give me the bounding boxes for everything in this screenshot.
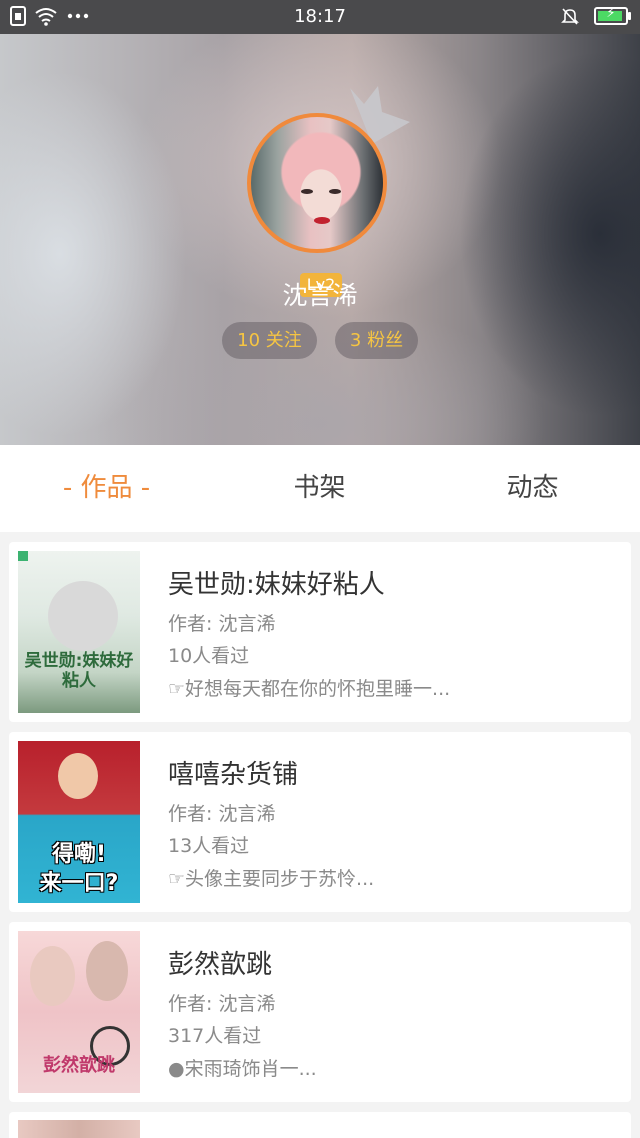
status-right-icons: ⚡ bbox=[560, 6, 631, 26]
work-title: 嘻嘻杂货铺 bbox=[168, 760, 299, 790]
tab-bar: - 作品 - 书架 动态 bbox=[0, 445, 640, 532]
status-time: 18:17 bbox=[294, 6, 346, 27]
bell-muted-icon bbox=[561, 8, 579, 25]
work-views: 10人看过 bbox=[168, 645, 250, 667]
work-author: 作者: 沈言浠 bbox=[168, 993, 276, 1015]
work-description: ☞好想每天都在你的怀抱里睡一... bbox=[168, 678, 451, 700]
cover-title: 吴世勋:妹妹好粘人 bbox=[24, 651, 134, 691]
followers-count[interactable]: 3 粉丝 bbox=[335, 322, 418, 359]
work-cover: 得嘞! 来一口? bbox=[18, 741, 140, 903]
work-cover: 吴世勋:妹妹好粘人 bbox=[18, 551, 140, 713]
cover-text-1: 得嘞! bbox=[51, 842, 107, 867]
work-description: ●宋雨琦饰肖一... bbox=[168, 1058, 317, 1080]
username: 沈言浠 bbox=[282, 281, 358, 310]
work-card[interactable] bbox=[9, 1112, 631, 1138]
work-card[interactable]: 彭然歆跳 彭然歆跳 作者: 沈言浠 317人看过 ●宋雨琦饰肖一... bbox=[9, 922, 631, 1102]
battery-charging-icon: ⚡ bbox=[594, 6, 631, 25]
cover-text-2: 来一口? bbox=[39, 871, 119, 896]
work-cover: 彭然歆跳 bbox=[18, 931, 140, 1093]
work-views: 13人看过 bbox=[168, 835, 250, 857]
work-title: 吴世勋:妹妹好粘人 bbox=[168, 570, 385, 600]
work-card[interactable]: 吴世勋:妹妹好粘人 吴世勋:妹妹好粘人 作者: 沈言浠 10人看过 ☞好想每天都… bbox=[9, 542, 631, 722]
status-bar: 18:17 ⚡ bbox=[0, 0, 640, 34]
avatar[interactable] bbox=[247, 113, 387, 253]
following-count[interactable]: 10 关注 bbox=[222, 322, 317, 359]
work-author: 作者: 沈言浠 bbox=[168, 613, 276, 635]
cover-title: 彭然歆跳 bbox=[43, 1055, 115, 1076]
work-cover bbox=[18, 1120, 140, 1138]
work-title: 彭然歆跳 bbox=[168, 950, 273, 980]
work-description: ☞头像主要同步于苏怜... bbox=[168, 868, 375, 890]
tab-works[interactable]: - 作品 - bbox=[0, 445, 213, 532]
tab-activity[interactable]: 动态 bbox=[426, 445, 639, 532]
profile-header: Lv2 沈言浠 10 关注 3 粉丝 bbox=[0, 34, 640, 445]
tab-bookshelf[interactable]: 书架 bbox=[213, 445, 426, 532]
work-views: 317人看过 bbox=[168, 1025, 262, 1047]
work-author: 作者: 沈言浠 bbox=[168, 803, 276, 825]
work-card[interactable]: 得嘞! 来一口? 嘻嘻杂货铺 作者: 沈言浠 13人看过 ☞头像主要同步于苏怜.… bbox=[9, 732, 631, 912]
